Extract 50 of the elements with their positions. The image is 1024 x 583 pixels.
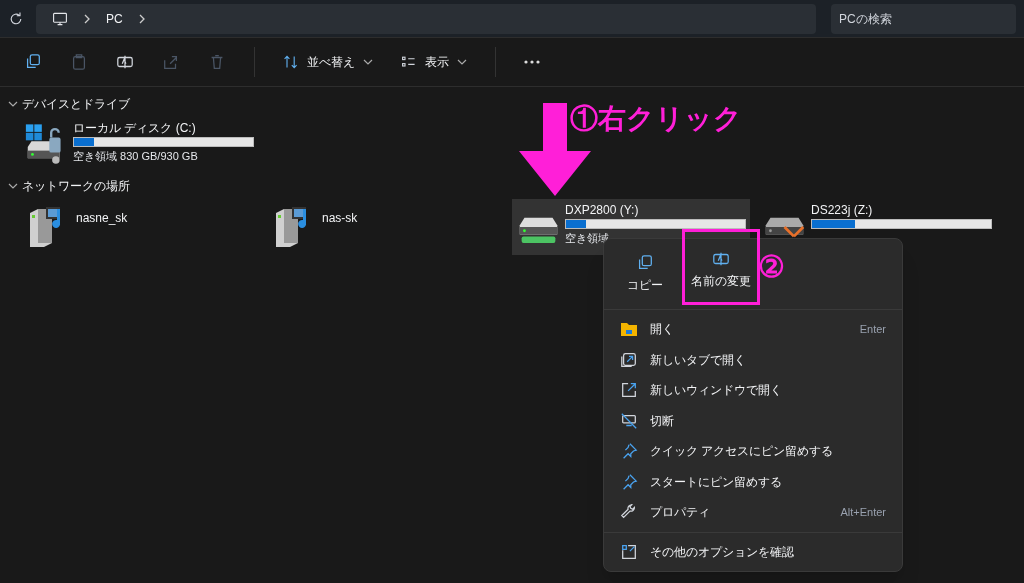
- menu-item[interactable]: 新しいウィンドウで開く: [608, 375, 898, 406]
- rename-icon: [712, 250, 730, 268]
- section-title: デバイスとドライブ: [22, 96, 130, 113]
- sort-icon: [283, 54, 299, 70]
- menu-item[interactable]: その他のオプションを確認: [608, 536, 898, 567]
- shortcut-text: Alt+Enter: [840, 505, 886, 520]
- view-icon: [401, 54, 417, 70]
- free-space-text: 空き領域 830 GB/930 GB: [73, 149, 199, 163]
- drive-name: nas-sk: [322, 211, 359, 225]
- rename-icon: [116, 53, 134, 71]
- shortcut-text: Enter: [859, 322, 886, 337]
- menu-item[interactable]: スタートにピン留めする: [608, 466, 898, 497]
- paste-icon: [70, 53, 88, 71]
- drive-name: nasne_sk: [76, 211, 129, 225]
- drive-name: DXP2800 (Y:): [565, 203, 640, 217]
- menu-item[interactable]: 切断: [608, 405, 898, 436]
- drive-item[interactable]: ローカル ディスク (C:) 空き領域 830 GB/930 GB: [20, 117, 258, 173]
- refresh-icon: [8, 10, 24, 27]
- drive-item[interactable]: nasne_sk: [20, 199, 258, 255]
- view-button[interactable]: 表示: [401, 53, 467, 71]
- disconnect-icon: [620, 411, 638, 430]
- copy-icon: [24, 53, 42, 71]
- section-header[interactable]: ネットワークの場所: [8, 177, 1024, 195]
- drive-item[interactable]: nas-sk: [266, 199, 504, 255]
- caret-icon: [8, 183, 18, 189]
- caret-icon: [363, 59, 373, 65]
- menu-item[interactable]: 新しいタブで開く: [608, 344, 898, 375]
- caret-icon: [457, 59, 467, 65]
- copy-icon: [636, 254, 654, 272]
- share-icon: [162, 53, 180, 71]
- chevron-icon: [84, 13, 90, 24]
- menu-item[interactable]: 開く Enter: [608, 314, 898, 345]
- menu-item[interactable]: プロパティ Alt+Enter: [608, 497, 898, 528]
- address-bar[interactable]: PC: [36, 3, 816, 34]
- menu-item[interactable]: クイック アクセスにピン留めする: [608, 436, 898, 467]
- monitor-icon: [52, 10, 68, 27]
- search-field[interactable]: PCの検索: [831, 3, 1016, 34]
- more-icon[interactable]: [524, 60, 540, 64]
- chevron-icon: [138, 13, 145, 24]
- section-title: ネットワークの場所: [22, 178, 130, 195]
- annotation-text: ①右クリック: [570, 102, 742, 136]
- folder-icon: [620, 321, 638, 338]
- sort-button[interactable]: 並べ替え: [283, 53, 373, 71]
- drive-name: ローカル ディスク (C:): [73, 121, 197, 135]
- new-window-icon: [620, 381, 638, 400]
- breadcrumb[interactable]: PC: [106, 9, 123, 28]
- more-options-icon: [620, 542, 638, 561]
- caret-icon: [8, 101, 18, 107]
- drive-name: DS223j (Z:): [811, 203, 874, 217]
- new-tab-icon: [620, 350, 638, 369]
